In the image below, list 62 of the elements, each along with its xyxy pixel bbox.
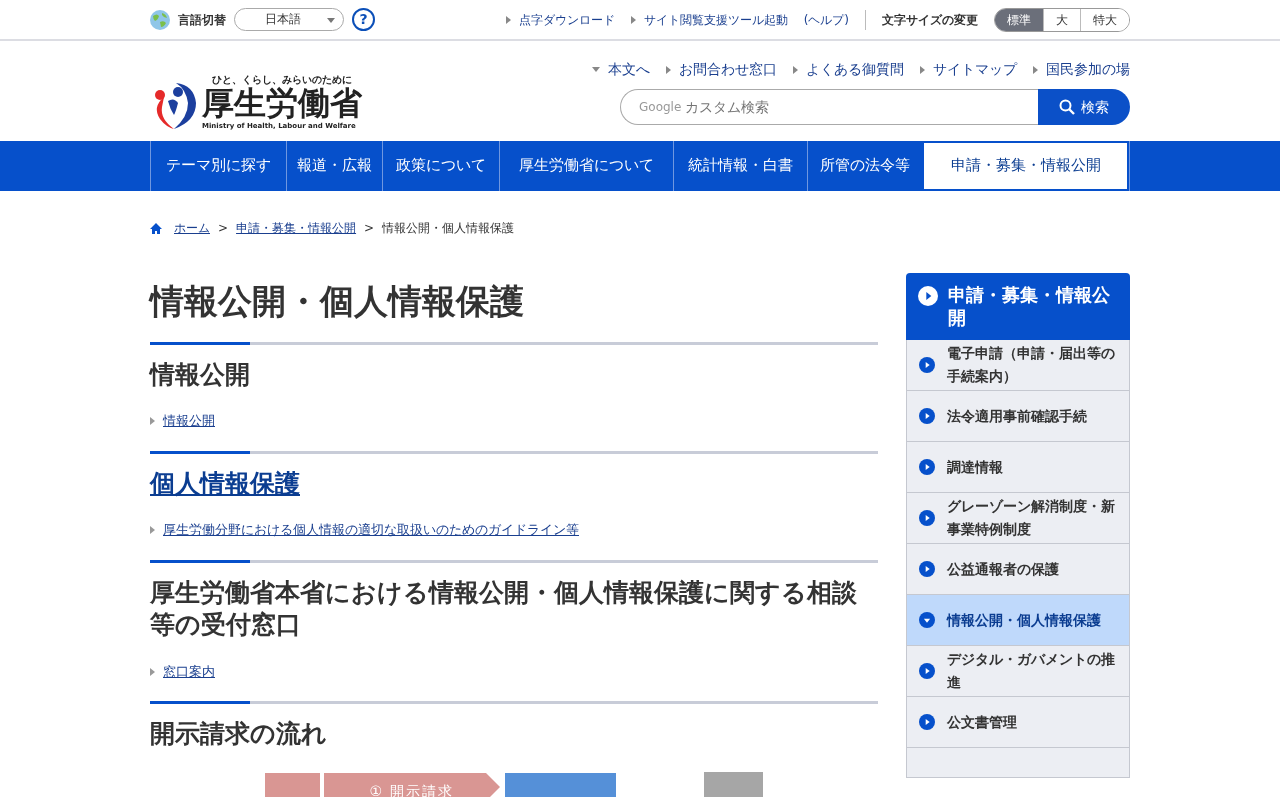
- top-link[interactable]: サイト閲覧支援ツール起動: [643, 10, 788, 29]
- header-link[interactable]: お問合わせ窓口: [679, 59, 777, 80]
- page-title: 情報公開・個人情報保護: [150, 281, 525, 322]
- header-link[interactable]: 本文へ: [608, 59, 650, 80]
- sidebar-item[interactable]: 公文書管理: [906, 696, 1130, 748]
- text-size-label: 文字サイズの変更: [882, 11, 978, 29]
- text-size-button[interactable]: 標準: [995, 8, 1043, 31]
- triangle-icon: [150, 667, 155, 676]
- section-heading: 情報公開: [150, 358, 251, 391]
- section-heading-link[interactable]: 個人情報保護: [150, 467, 878, 501]
- triangle-icon: [920, 65, 925, 74]
- section-heading: 開示請求の流れ: [150, 718, 328, 751]
- flow-step-shape: [704, 771, 763, 797]
- search-brand: Google: [639, 99, 682, 116]
- sidebar-item[interactable]: 情報公開・個人情報保護: [906, 594, 1130, 646]
- search-input[interactable]: カスタム検索: [685, 96, 1020, 118]
- separator: >: [218, 220, 229, 237]
- triangle-icon: [630, 15, 636, 24]
- nav-tab[interactable]: 申請・募集・情報公開: [922, 141, 1129, 191]
- sidebar-item[interactable]: デジタル・ガバメントの推進: [906, 645, 1130, 697]
- sidebar-item[interactable]: グレーゾーン解消制度・新事業特例制度: [906, 492, 1130, 544]
- breadcrumb-current: 情報公開・個人情報保護: [382, 220, 515, 237]
- nav-tab[interactable]: 統計情報・白書: [673, 141, 807, 191]
- triangle-icon: [666, 65, 671, 74]
- section-heading: 厚生労働省本省における情報公開・個人情報保護に関する相談等の受付窓口: [150, 576, 858, 642]
- triangle-icon: [150, 526, 155, 535]
- triangle-icon: [150, 417, 155, 426]
- sidebar-item[interactable]: 調達情報: [906, 441, 1130, 493]
- header-link[interactable]: 国民参加の場: [1046, 59, 1130, 80]
- sidebar-item[interactable]: 電子申請（申請・届出等の手続案内）: [906, 339, 1130, 391]
- triangle-icon: [1033, 65, 1038, 74]
- header-link[interactable]: サイトマップ: [933, 59, 1017, 80]
- sidebar-header[interactable]: 申請・募集・情報公開: [906, 273, 1130, 340]
- search-icon: [1059, 99, 1075, 115]
- globe-icon: [150, 9, 170, 30]
- triangle-icon: [793, 65, 798, 74]
- search-button[interactable]: 検索: [1038, 89, 1130, 125]
- breadcrumb-link[interactable]: ホーム: [174, 219, 210, 237]
- top-link[interactable]: (ヘルプ): [803, 10, 849, 29]
- content-link[interactable]: 厚生労働分野における個人情報の適切な取扱いのためのガイドライン等: [163, 520, 579, 540]
- sidebar-item[interactable]: 法令適用事前確認手続: [906, 390, 1130, 442]
- triangle-icon: [592, 67, 600, 72]
- nav-tab[interactable]: テーマ別に探す: [150, 141, 286, 191]
- help-button[interactable]: ?: [352, 8, 375, 31]
- logo-tagline: ひと、くらし、みらいのために: [211, 72, 353, 85]
- separator: >: [364, 220, 375, 237]
- triangle-icon: [505, 15, 511, 24]
- logo-name: 厚生労働省: [202, 86, 362, 121]
- header-link[interactable]: よくある御質問: [806, 59, 904, 80]
- breadcrumb-link[interactable]: 申請・募集・情報公開: [236, 219, 357, 237]
- nav-tab[interactable]: 報道・広報: [286, 141, 382, 191]
- sidebar-item[interactable]: 公益通報者の保護: [906, 543, 1130, 595]
- top-link[interactable]: 点字ダウンロード: [518, 10, 615, 29]
- caret-icon: [327, 18, 335, 23]
- content-link[interactable]: 情報公開: [163, 411, 215, 431]
- flow-step-shape: [265, 772, 320, 797]
- text-size-button[interactable]: 特大: [1080, 8, 1129, 31]
- language-label: 言語切替: [178, 11, 226, 29]
- content-link[interactable]: 窓口案内: [163, 661, 215, 682]
- home-icon: [150, 222, 162, 234]
- nav-tab[interactable]: 厚生労働省について: [499, 141, 673, 191]
- nav-tab[interactable]: 政策について: [382, 141, 499, 191]
